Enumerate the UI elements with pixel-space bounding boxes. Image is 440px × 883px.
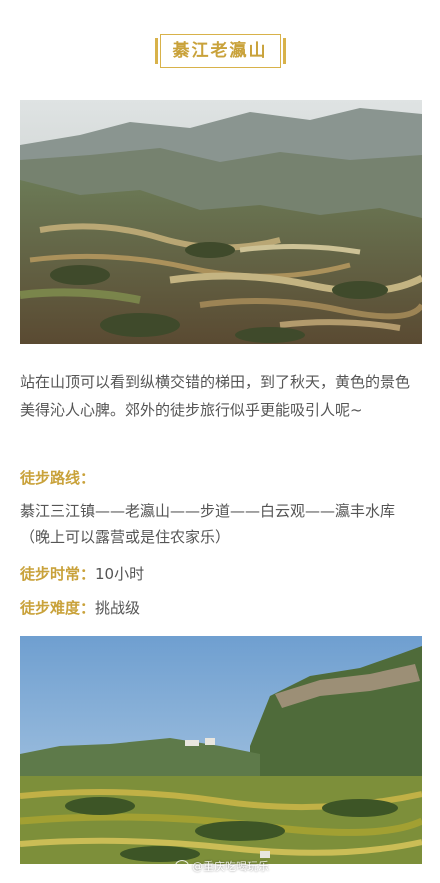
route-label-line: 徒步路线： xyxy=(20,466,422,490)
intro-paragraph: 站在山顶可以看到纵横交错的梯田，到了秋天，黄色的景色美得沁人心脾。郊外的徒步旅行… xyxy=(20,373,411,419)
duration-line: 徒步时常：10小时 xyxy=(20,562,422,586)
article-title: 綦江老瀛山 xyxy=(154,34,286,68)
title-banner: 綦江老瀛山 xyxy=(0,34,440,68)
route-label: 徒步路线： xyxy=(20,469,96,487)
watermark: @重庆吃喝玩乐 xyxy=(175,858,269,874)
terraced-fields-photo xyxy=(20,100,422,344)
watermark-text: @重庆吃喝玩乐 xyxy=(192,860,269,873)
duration-value: 10小时 xyxy=(95,565,145,583)
mountain-cliff-photo xyxy=(20,636,422,864)
difficulty-line: 徒步难度：挑战级 xyxy=(20,596,422,620)
difficulty-label: 徒步难度： xyxy=(20,599,96,617)
difficulty-value: 挑战级 xyxy=(95,599,141,617)
duration-label: 徒步时常： xyxy=(20,565,96,583)
route-text: 綦江三江镇——老瀛山——步道——白云观——瀛丰水库（晚上可以露营或是住农家乐） xyxy=(20,502,396,546)
weibo-icon xyxy=(175,860,189,872)
